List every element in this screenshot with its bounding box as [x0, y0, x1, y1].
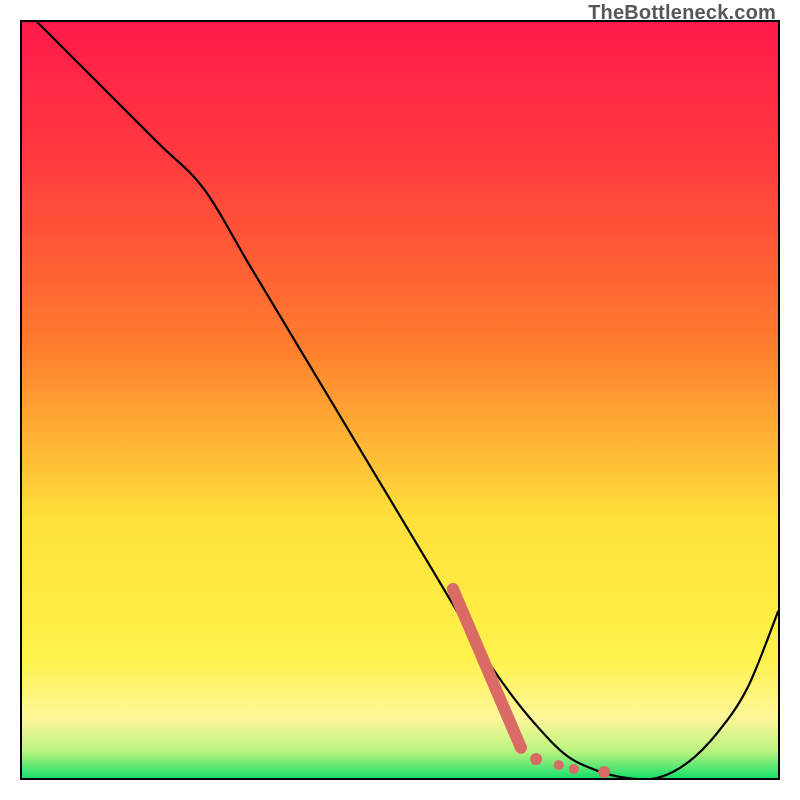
chart-svg: [22, 22, 778, 778]
highlight-dot: [569, 764, 579, 774]
chart-frame: [20, 20, 780, 780]
highlight-dot: [598, 766, 610, 778]
highlight-dot: [530, 753, 542, 765]
gradient-background: [22, 22, 778, 778]
highlight-dot: [554, 760, 564, 770]
